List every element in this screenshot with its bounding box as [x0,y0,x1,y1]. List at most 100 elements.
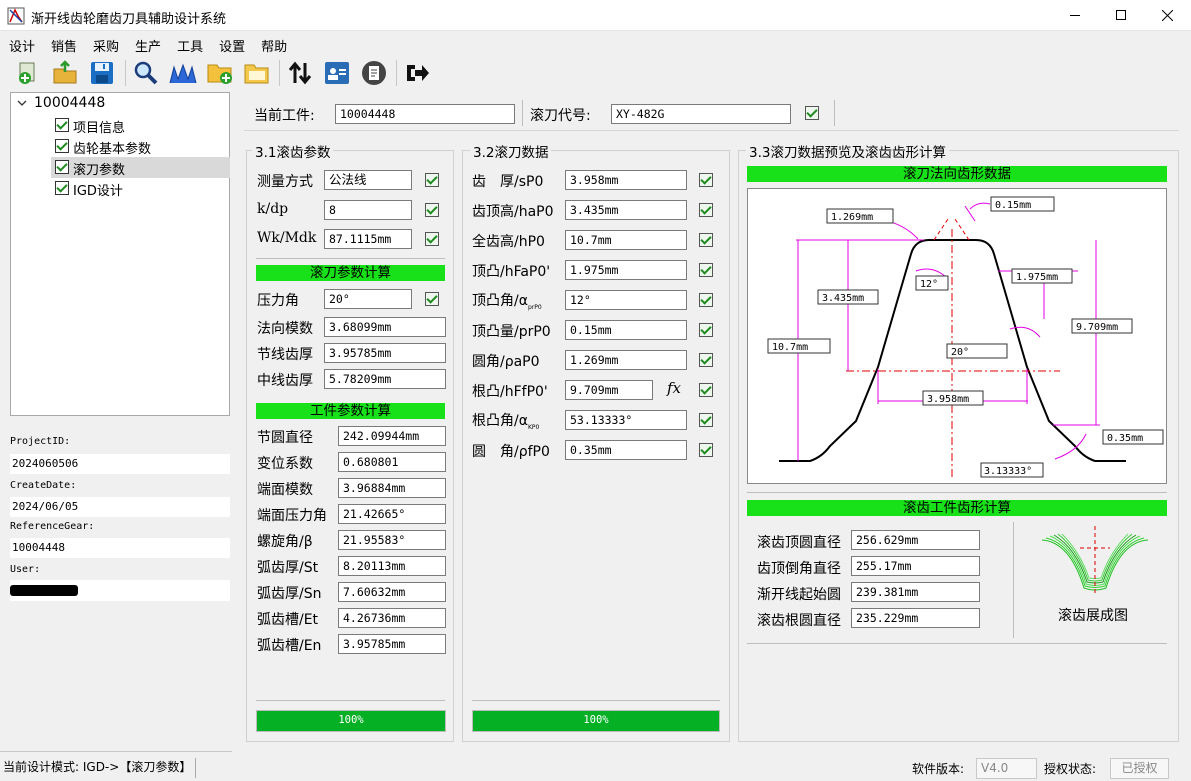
menu-tools[interactable]: 工具 [168,32,210,55]
maximize-button[interactable] [1098,0,1144,31]
k-dp-field[interactable]: 8 [324,200,412,220]
shift-coef-field[interactable]: 0.680801 [338,452,446,472]
tip-relief-amount-checkbox[interactable] [699,323,713,337]
involute-start-field[interactable]: 239.381mm [851,582,980,602]
transverse-module-field[interactable]: 3.96884mm [338,478,446,498]
tree-item-gear-params[interactable]: 齿轮基本参数 [73,138,151,157]
normal-module-label: 法向模数 [257,321,313,337]
menu-design[interactable]: 设计 [0,32,42,55]
reference-gear-label: ReferenceGear: [10,521,95,532]
tree-check-gear-params[interactable] [55,139,69,153]
hob-code-field[interactable]: XY-482G [611,104,791,124]
app-icon [7,7,25,25]
project-id-value: 2024060506 [10,454,230,474]
tip-radius-field[interactable]: 1.269mm [565,350,687,370]
menu-purchase[interactable]: 采购 [84,32,126,55]
arc-space-en-field[interactable]: 3.95785mm [338,634,446,654]
menu-production[interactable]: 生产 [126,32,168,55]
add-folder-icon[interactable] [206,59,234,87]
close-button[interactable] [1144,0,1191,31]
title-bar: 渐开线齿轮磨齿刀具辅助设计系统 [0,0,1191,31]
tree-item-project-info[interactable]: 项目信息 [73,117,125,136]
total-depth-checkbox[interactable] [699,233,713,247]
midline-thickness-field[interactable]: 5.78209mm [324,369,446,389]
dim-root-radius: 0.35mm [1107,433,1143,444]
pitch-thickness-field[interactable]: 3.95785mm [324,343,446,363]
hob-thickness-field[interactable]: 3.958mm [565,170,687,190]
tip-relief-amount-field[interactable]: 0.15mm [565,320,687,340]
formula-fx-icon[interactable]: fx [667,379,681,397]
arc-thickness-sn-field[interactable]: 7.60632mm [338,582,446,602]
tree-item-hob-params[interactable]: 滚刀参数 [73,159,125,178]
tree-root[interactable]: 10004448 [34,95,105,111]
root-radius-field[interactable]: 0.35mm [565,440,687,460]
tip-radius-checkbox[interactable] [699,353,713,367]
minimize-button[interactable] [1052,0,1098,31]
arc-thickness-st-field[interactable]: 8.20113mm [338,556,446,576]
chevron-down-icon[interactable] [17,98,27,108]
sort-icon[interactable] [286,59,314,87]
open-icon[interactable] [51,59,79,87]
midline-thickness-label: 中线齿厚 [257,373,313,389]
tree-check-hob-params[interactable] [55,160,69,174]
hob-code-checkbox[interactable] [805,106,819,120]
dim-angle-12: 12° [920,279,938,290]
helix-angle-field[interactable]: 21.95583° [338,530,446,550]
pressure-angle-field[interactable]: 20° [324,289,412,309]
report-icon[interactable] [360,59,388,87]
menu-sales[interactable]: 销售 [42,32,84,55]
version-value: V4.0 [976,758,1037,779]
k-dp-checkbox[interactable] [425,203,439,217]
menu-bar: 设计 销售 采购 生产 工具 设置 帮助 [0,32,1191,56]
total-depth-field[interactable]: 10.7mm [565,230,687,250]
root-relief-angle-field[interactable]: 53.13333° [565,410,687,430]
folder-icon[interactable] [243,59,271,87]
close-icon [1162,10,1173,21]
addendum-field[interactable]: 3.435mm [565,200,687,220]
pressure-angle-checkbox[interactable] [425,292,439,306]
addendum-checkbox[interactable] [699,203,713,217]
wk-mdk-field[interactable]: 87.1115mm [324,229,412,249]
root-radius-checkbox[interactable] [699,443,713,457]
transverse-pressure-angle-field[interactable]: 21.42665° [338,504,446,524]
project-id-label: ProjectID: [10,436,71,447]
id-card-icon[interactable] [323,59,351,87]
tip-relief-checkbox[interactable] [699,263,713,277]
measure-method-field[interactable]: 公法线 [324,170,412,190]
tip-relief-angle-field[interactable]: 12° [565,290,687,310]
normal-module-field[interactable]: 3.68099mm [324,317,446,337]
new-icon[interactable] [14,59,42,87]
save-icon[interactable] [88,59,116,87]
root-relief-field[interactable]: 9.709mm [565,380,653,400]
tip-diameter-label: 滚齿顶圆直径 [757,535,841,551]
menu-settings[interactable]: 设置 [210,32,252,55]
dim-total-depth: 10.7mm [772,342,808,353]
menu-help[interactable]: 帮助 [252,32,294,55]
search-icon[interactable] [132,59,160,87]
pitch-diameter-field[interactable]: 242.09944mm [338,426,446,446]
arc-space-et-field[interactable]: 4.26736mm [338,608,446,628]
generation-diagram-icon[interactable] [1040,526,1150,598]
hob-profile-diagram: 1.269mm 0.15mm 12° 1.975mm 3.435mm 9.709… [747,188,1167,484]
exit-icon[interactable] [403,59,431,87]
wk-mdk-checkbox[interactable] [425,232,439,246]
tip-relief-field[interactable]: 1.975mm [565,260,687,280]
tree-check-project-info[interactable] [55,118,69,132]
hob-thickness-checkbox[interactable] [699,173,713,187]
section-3-1-progress-text: 100% [338,714,364,726]
tip-diameter-field[interactable]: 256.629mm [851,530,980,550]
tip-relief-angle-checkbox[interactable] [699,293,713,307]
tooth-profile-icon[interactable] [169,59,197,87]
tree-item-igd[interactable]: IGD设计 [73,180,123,199]
measure-method-checkbox[interactable] [425,173,439,187]
involute-start-label: 渐开线起始圆 [757,587,841,603]
chamfer-diameter-label: 齿顶倒角直径 [757,561,841,577]
root-relief-angle-checkbox[interactable] [699,413,713,427]
tree-check-igd[interactable] [55,181,69,195]
root-diameter-field[interactable]: 235.229mm [851,608,980,628]
root-relief-checkbox[interactable] [699,383,713,397]
chamfer-diameter-field[interactable]: 255.17mm [851,556,980,576]
arc-space-en-label: 弧齿槽/En [257,638,322,654]
workpiece-field[interactable]: 10004448 [335,104,515,124]
project-tree: 10004448 项目信息 齿轮基本参数 滚刀参数 IGD设计 [10,92,230,416]
